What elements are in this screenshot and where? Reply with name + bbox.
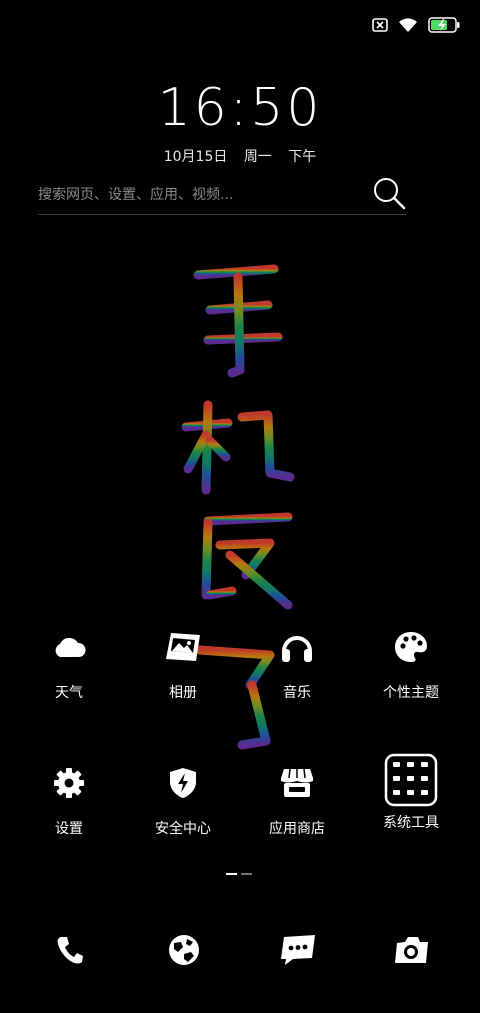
app-label: 安全中心 [155,821,211,837]
app-gallery[interactable]: 相册 [128,622,238,732]
app-weather[interactable]: 天气 [14,622,124,732]
search-icon[interactable] [372,176,406,210]
sim-blocked-icon [372,18,388,32]
search-bar[interactable] [38,178,406,215]
period-text: 下午 [288,149,317,165]
app-music[interactable]: 音乐 [242,622,352,732]
page-dot-active [226,873,237,875]
app-security[interactable]: 安全中心 [128,758,238,868]
gallery-icon [166,633,200,661]
phone-icon [57,937,83,964]
status-bar [372,14,460,36]
app-label: 天气 [55,685,83,701]
headphones-icon [282,636,312,662]
clock: 16:50 [157,78,323,138]
app-themes[interactable]: 个性主题 [356,622,466,732]
app-label: 应用商店 [269,821,325,837]
dock-phone[interactable] [30,925,110,975]
folder-icon [384,753,438,807]
shield-icon [170,768,196,798]
wifi-icon [399,18,417,32]
gear-icon [54,768,84,798]
date-text: 10月15日 [163,149,228,165]
camera-icon [395,937,428,963]
app-system-tools-folder[interactable]: 系统工具 [356,752,466,862]
weekday-text: 周一 [243,149,272,165]
browser-icon [169,935,199,965]
app-label: 音乐 [283,685,311,701]
app-store[interactable]: 应用商店 [242,758,352,868]
app-label: 系统工具 [383,815,439,831]
app-label: 相册 [169,685,197,701]
app-settings[interactable]: 设置 [14,758,124,868]
dock-camera[interactable] [372,925,452,975]
page-dot [241,873,252,875]
dock-browser[interactable] [144,925,224,975]
dock-messages[interactable] [258,925,338,975]
cloud-icon [55,637,86,657]
app-label: 设置 [55,821,83,837]
battery-charging-icon [428,17,460,33]
palette-icon [395,632,427,662]
app-label: 个性主题 [383,685,439,701]
search-input[interactable] [38,182,358,208]
store-icon [281,768,313,797]
messages-icon [281,935,315,965]
page-indicator [226,873,252,875]
date-line: 10月15日 周一 下午 [0,146,480,166]
